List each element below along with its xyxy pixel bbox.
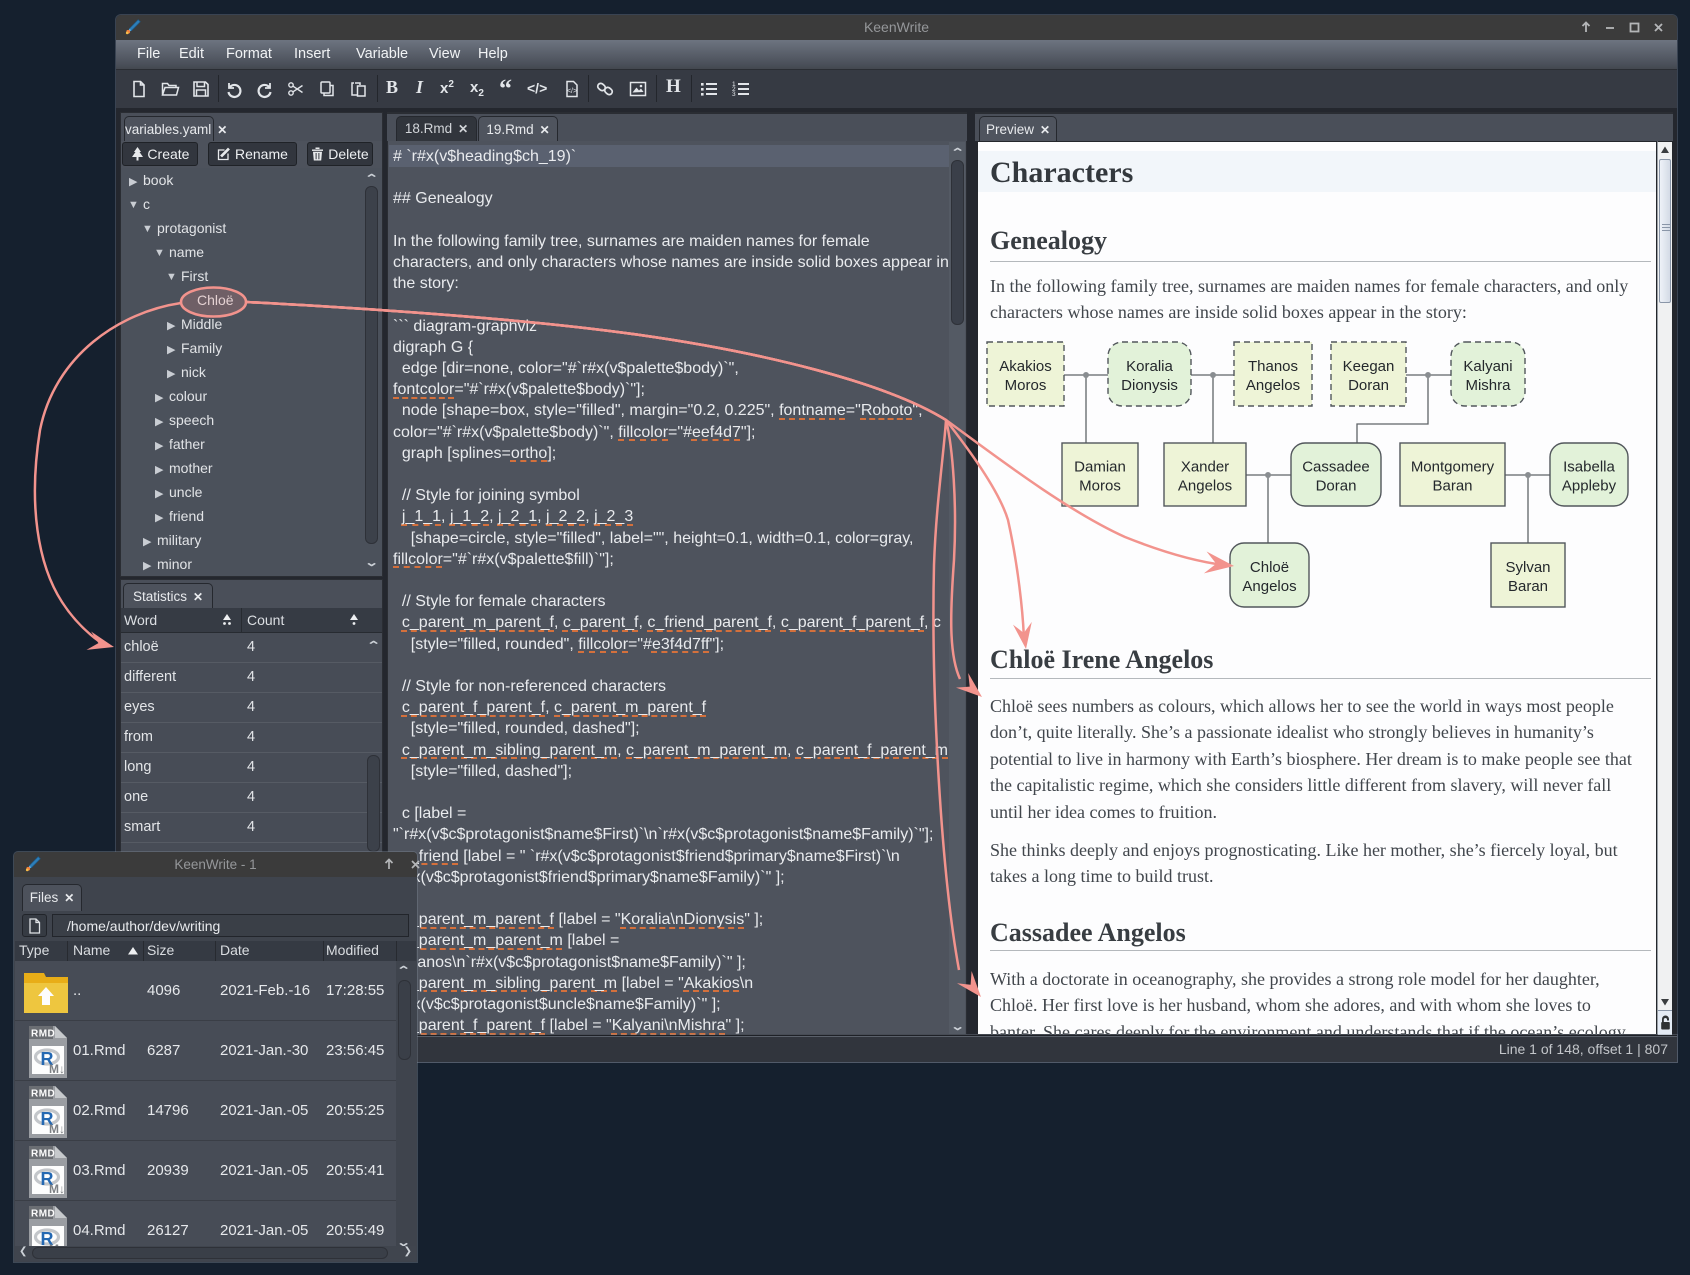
- svg-text:Damian: Damian: [1074, 459, 1126, 476]
- svg-text:M↓: M↓: [49, 1122, 65, 1136]
- svg-text:Angelos: Angelos: [1242, 578, 1296, 595]
- svg-text:RMD: RMD: [31, 1209, 55, 1220]
- svg-text:Appleby: Appleby: [1562, 478, 1617, 495]
- svg-text:Isabella: Isabella: [1563, 459, 1615, 476]
- svg-text:M↓: M↓: [49, 1062, 65, 1076]
- svg-text:Thanos: Thanos: [1248, 358, 1298, 375]
- svg-text:Baran: Baran: [1508, 578, 1548, 595]
- svg-text:RMD: RMD: [31, 1029, 55, 1040]
- svg-text:Chloë: Chloë: [1250, 559, 1289, 576]
- svg-text:3: 3: [732, 91, 736, 98]
- svg-text:Sylvan: Sylvan: [1505, 559, 1550, 576]
- svg-text:Moros: Moros: [1079, 478, 1121, 495]
- svg-text:Moros: Moros: [1005, 377, 1047, 394]
- svg-text:Doran: Doran: [1316, 478, 1357, 495]
- svg-text:Koralia: Koralia: [1126, 358, 1173, 375]
- svg-text:Angelos: Angelos: [1178, 478, 1232, 495]
- svg-text:RMD: RMD: [31, 1149, 55, 1160]
- svg-text:</>: </>: [567, 88, 577, 95]
- svg-text:Akakios: Akakios: [999, 358, 1052, 375]
- svg-text:Mishra: Mishra: [1465, 377, 1511, 394]
- svg-text:Doran: Doran: [1348, 377, 1389, 394]
- svg-text:Kalyani: Kalyani: [1463, 358, 1512, 375]
- svg-text:Dionysis: Dionysis: [1121, 377, 1178, 394]
- svg-text:Xander: Xander: [1181, 459, 1229, 476]
- svg-text:Angelos: Angelos: [1246, 377, 1300, 394]
- svg-text:M↓: M↓: [49, 1182, 65, 1196]
- svg-text:Cassadee: Cassadee: [1302, 459, 1370, 476]
- svg-text:RMD: RMD: [31, 1089, 55, 1100]
- svg-text:Keegan: Keegan: [1343, 358, 1395, 375]
- svg-text:Montgomery: Montgomery: [1411, 459, 1495, 476]
- svg-text:Baran: Baran: [1432, 478, 1472, 495]
